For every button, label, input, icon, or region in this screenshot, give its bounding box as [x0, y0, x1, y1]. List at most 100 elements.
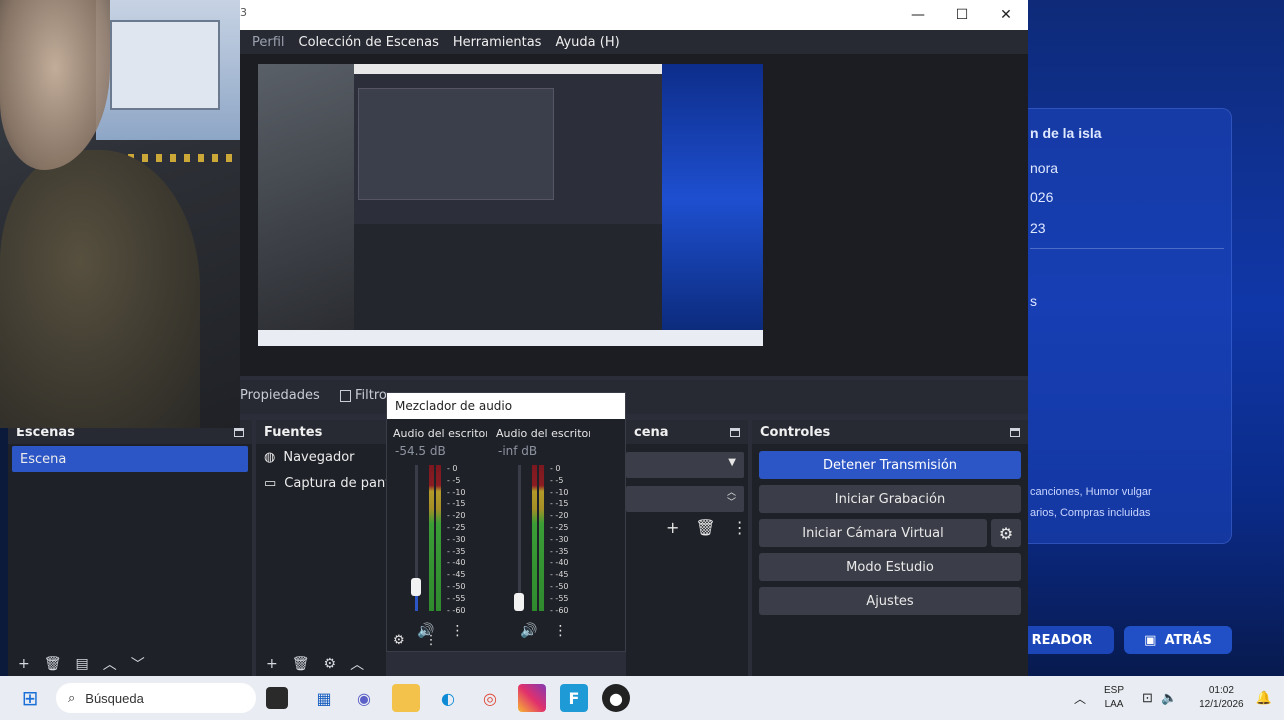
db-scale-label: - -20 [550, 511, 569, 521]
db-scale: - 0 - -5 - -10 - -15 - -20- -25 - -30 - -35 - -… [447, 463, 473, 615]
properties-button[interactable]: Propiedades [240, 388, 320, 403]
menu-bar: Perfil Colección de Escenas Herramientas… [240, 30, 1028, 54]
preview-taskbar [258, 330, 763, 346]
minimize-icon[interactable]: — [896, 0, 940, 30]
volume-fader-track[interactable] [518, 465, 521, 611]
trash-icon[interactable]: 🗑 [695, 518, 715, 537]
db-scale-label: - -10 [447, 487, 466, 497]
task-view-icon[interactable] [266, 687, 288, 709]
info-line: s [1030, 293, 1037, 309]
transitions-title: cena [634, 424, 669, 440]
trash-icon[interactable]: 🗑 [44, 656, 62, 672]
chevron-down-icon: ▼ [728, 457, 736, 468]
settings-button[interactable]: Ajustes [759, 587, 1021, 615]
clock[interactable]: 01:02 12/1/2026 [1199, 684, 1244, 712]
more-icon[interactable]: ⋮ [732, 518, 748, 537]
obs-icon[interactable]: ● [602, 684, 630, 712]
window-titlebar: 3 — ☐ ✕ [240, 0, 1028, 30]
menu-scene-collection[interactable]: Colección de Escenas [299, 35, 439, 50]
studio-mode-button[interactable]: Modo Estudio [759, 553, 1021, 581]
speaker-icon[interactable]: 🔊 [520, 623, 537, 639]
info-tags: canciones, Humor vulgar [1030, 486, 1152, 498]
db-scale: - 0 - -5 - -10 - -15 - -20- -25 - -30 - -35 - -… [550, 463, 576, 615]
scene-item[interactable]: Escena [12, 446, 248, 472]
globe-icon: ◍ [264, 449, 276, 465]
add-icon[interactable]: + [266, 656, 278, 672]
undock-icon[interactable] [1010, 427, 1020, 437]
notification-bell-icon[interactable]: 🔔 [1256, 690, 1272, 706]
source-item[interactable]: ◍ Navegador [256, 444, 386, 470]
channel-db: -inf dB [498, 444, 538, 458]
menu-help[interactable]: Ayuda (H) [555, 35, 619, 50]
background-webpage: n de la isla nora 026 23 s canciones, Hu… [1010, 0, 1284, 676]
windows-start-icon[interactable]: ⊞ [16, 684, 44, 712]
stream-preview[interactable] [258, 64, 763, 346]
widgets-icon[interactable]: ▦ [310, 684, 338, 712]
level-meter [532, 465, 544, 611]
back-button[interactable]: ▣ ATRÁS [1124, 626, 1232, 654]
maximize-icon[interactable]: ☐ [940, 0, 984, 30]
add-icon[interactable]: + [18, 656, 30, 672]
preview-area [240, 54, 1028, 376]
db-scale-label: - -50 [550, 581, 569, 591]
more-icon[interactable]: ⋮ [450, 623, 464, 639]
filter-icon [340, 389, 351, 402]
db-scale-label: - -55 [550, 593, 569, 603]
source-item[interactable]: ▭ Captura de pantal [256, 470, 402, 496]
preview-obs-capture [354, 64, 662, 334]
taskbar-search[interactable]: ⌕ Búsqueda [56, 683, 256, 713]
gear-icon[interactable]: ⚙ [324, 656, 337, 672]
transitions-panel: cena ▼ ︿ ﹀ + 🗑 ⋮ [626, 420, 748, 676]
db-scale-label: - -35 [447, 546, 466, 556]
preview-webpage [662, 64, 763, 334]
start-virtual-camera-button[interactable]: Iniciar Cámara Virtual [759, 519, 987, 547]
mixer-title[interactable]: Mezclador de audio [387, 393, 625, 419]
network-icon[interactable]: ⊡ [1142, 690, 1153, 706]
info-line: nora [1030, 160, 1059, 176]
db-scale-label: - -20 [447, 511, 466, 521]
instagram-icon[interactable] [518, 684, 546, 712]
move-down-icon[interactable]: ﹀ [131, 654, 145, 674]
add-icon[interactable]: + [666, 518, 679, 537]
more-icon[interactable]: ⋮ [425, 633, 438, 648]
preview-webcam [258, 64, 354, 334]
trash-icon[interactable]: 🗑 [292, 656, 310, 672]
db-scale-label: - -60 [550, 605, 569, 615]
undock-icon[interactable] [234, 427, 244, 437]
volume-fader-knob[interactable] [514, 593, 524, 611]
stop-stream-button[interactable]: Detener Transmisión [759, 451, 1021, 479]
start-recording-button[interactable]: Iniciar Grabación [759, 485, 1021, 513]
app-f-icon[interactable]: F [560, 684, 588, 712]
chrome-icon[interactable]: ◎ [476, 684, 504, 712]
transition-select[interactable]: ▼ [626, 452, 744, 478]
db-scale-label: - 0 [550, 464, 561, 473]
filters-button[interactable]: Filtro [340, 388, 387, 403]
gear-icon[interactable]: ⚙ [991, 519, 1021, 547]
volume-icon[interactable]: 🔈 [1161, 690, 1177, 706]
gear-icon[interactable]: ⚙ [393, 633, 405, 648]
teams-icon[interactable]: ◉ [350, 684, 378, 712]
info-tags: arios, Compras incluidas [1030, 507, 1151, 519]
mixer-channel: Audio del escritorio -54.5 dB - 0 - -5 - -… [387, 419, 487, 653]
move-up-icon[interactable]: ︿ [350, 654, 364, 674]
close-icon[interactable]: ✕ [984, 0, 1028, 30]
menu-tools[interactable]: Herramientas [453, 35, 542, 50]
db-scale-label: - -25 [550, 522, 569, 532]
filter-icon[interactable]: ▤ [76, 656, 89, 672]
menu-profile[interactable]: Perfil [252, 35, 285, 50]
language-indicator[interactable]: ESP LAA [1104, 684, 1124, 712]
volume-fader-knob[interactable] [411, 577, 421, 596]
back-icon: ▣ [1144, 632, 1157, 648]
db-scale-label: - -5 [550, 475, 564, 485]
undock-icon[interactable] [730, 427, 740, 437]
chevron-up-icon[interactable]: ︿ [1074, 690, 1086, 707]
more-icon[interactable]: ⋮ [553, 623, 567, 639]
db-scale-label: - -45 [447, 570, 466, 580]
file-explorer-icon[interactable] [392, 684, 420, 712]
duration-stepper[interactable]: ︿ ﹀ [626, 486, 744, 512]
move-up-icon[interactable]: ︿ [103, 654, 117, 674]
edge-icon[interactable]: ◐ [434, 684, 462, 712]
db-scale-label: - -15 [550, 499, 569, 509]
divider [1030, 248, 1224, 249]
audio-mixer-window: Mezclador de audio Audio del escritorio … [386, 392, 626, 652]
